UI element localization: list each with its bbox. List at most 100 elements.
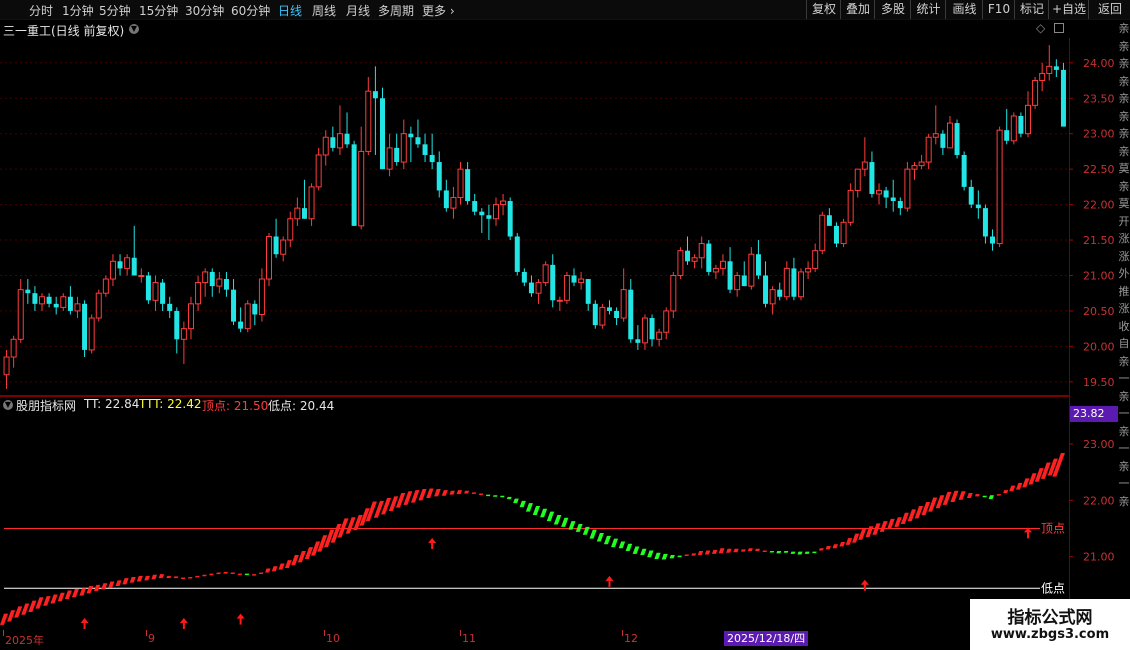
toolbar-button-6[interactable]: 标记 bbox=[1014, 0, 1049, 19]
band-bar bbox=[64, 590, 72, 599]
strip-char: 亲 bbox=[1118, 424, 1130, 438]
period-tab-7[interactable]: 周线 bbox=[312, 2, 336, 19]
band-bar bbox=[216, 572, 221, 575]
period-tab-2[interactable]: 5分钟 bbox=[99, 2, 131, 19]
toolbar-button-5[interactable]: F10 bbox=[982, 0, 1015, 19]
candle-body bbox=[25, 289, 31, 294]
band-bar bbox=[975, 494, 980, 497]
strip-char: 一 bbox=[1118, 372, 1130, 385]
candle-body bbox=[734, 274, 741, 291]
strip-char: 亲 bbox=[1118, 144, 1130, 158]
candle-body bbox=[628, 289, 634, 340]
band-bar bbox=[704, 550, 711, 555]
strip-char: 亲 bbox=[1118, 109, 1130, 123]
top-line-label: 顶点 bbox=[1041, 522, 1065, 536]
candle-body bbox=[95, 292, 102, 319]
date-label: 11 bbox=[462, 632, 476, 645]
candle-body bbox=[649, 318, 655, 340]
period-tab-4[interactable]: 30分钟 bbox=[185, 2, 224, 19]
up-arrow bbox=[179, 618, 188, 629]
candle-body bbox=[528, 282, 534, 294]
candle-body bbox=[244, 303, 251, 330]
toolbar-button-3[interactable]: 统计 bbox=[910, 0, 946, 19]
band-bar bbox=[492, 495, 498, 497]
watermark-title: 指标公式网 bbox=[1007, 608, 1093, 628]
band-bar bbox=[697, 551, 704, 556]
candle-body bbox=[932, 133, 939, 138]
candle-body bbox=[195, 282, 202, 305]
ytick-label: 23.00 bbox=[1083, 128, 1115, 141]
window-icon[interactable] bbox=[1054, 23, 1064, 33]
period-tab-9[interactable]: 多周期 bbox=[378, 2, 414, 19]
candle-body bbox=[946, 122, 953, 149]
up-arrow bbox=[236, 613, 245, 625]
band-bar bbox=[144, 575, 150, 581]
period-tab-8[interactable]: 月线 bbox=[346, 2, 370, 19]
candle-body bbox=[209, 271, 215, 287]
candle-body bbox=[322, 136, 329, 156]
candle-body bbox=[663, 310, 670, 333]
toolbar-button-4[interactable]: 画线 bbox=[945, 0, 983, 19]
band-bar bbox=[381, 498, 392, 515]
strip-char: 自 bbox=[1118, 337, 1130, 350]
band-bar bbox=[762, 550, 768, 552]
band-bar bbox=[1028, 473, 1037, 485]
candlestick-chart[interactable]: 19.50 20.00 20.50 21.00 21.50 22.00 22.50 23.00… bbox=[0, 38, 1118, 396]
ytick-label: 21.00 bbox=[1083, 551, 1115, 564]
right-side-strip: 亲亲亲亲亲亲亲亲莫亲莫开涨涨外推涨收自亲一亲一亲一亲一亲 bbox=[1118, 20, 1130, 630]
band-bar bbox=[244, 573, 250, 576]
band-bar bbox=[0, 613, 9, 625]
band-bar bbox=[935, 495, 945, 509]
up-arrow bbox=[860, 579, 869, 591]
candle-body bbox=[620, 289, 627, 319]
toolbar-button-1[interactable]: 叠加 bbox=[840, 0, 875, 19]
indicator-chart[interactable]: 20.0021.0022.0023.00顶点低点 bbox=[0, 396, 1118, 630]
candle-body bbox=[231, 289, 237, 322]
period-tab-6[interactable]: 日线 bbox=[278, 2, 302, 19]
candle-body bbox=[465, 169, 471, 202]
toolbar-button-8[interactable]: 返回 bbox=[1088, 0, 1130, 19]
ytick-label: 22.00 bbox=[1083, 199, 1115, 212]
band-bar bbox=[790, 551, 796, 554]
diamond-icon[interactable]: ◇ bbox=[1036, 21, 1045, 35]
candle-body bbox=[252, 303, 258, 315]
strip-char: 涨 bbox=[1118, 232, 1130, 245]
strip-char: 一 bbox=[1118, 407, 1130, 420]
candle-body bbox=[861, 161, 868, 170]
band-bar bbox=[525, 503, 533, 512]
candle-body bbox=[124, 257, 131, 269]
candle-body bbox=[847, 189, 854, 223]
band-bar bbox=[478, 493, 484, 496]
band-bar bbox=[988, 495, 995, 500]
toolbar-button-2[interactable]: 多股 bbox=[874, 0, 911, 19]
candle-body bbox=[10, 338, 17, 358]
band-bar bbox=[1022, 478, 1030, 488]
title-row: 三一重工(日线 前复权) ▼ ◇ bbox=[0, 20, 1075, 38]
candle-body bbox=[854, 168, 861, 191]
candle-body bbox=[492, 204, 499, 220]
period-tab-3[interactable]: 15分钟 bbox=[139, 2, 178, 19]
period-tab-1[interactable]: 1分钟 bbox=[62, 2, 94, 19]
band-bar bbox=[136, 575, 143, 582]
period-tab-0[interactable]: 分时 bbox=[29, 2, 53, 19]
band-bar bbox=[513, 498, 519, 504]
toolbar-button-0[interactable]: 复权 bbox=[806, 0, 841, 19]
period-tab-5[interactable]: 60分钟 bbox=[231, 2, 270, 19]
band-bar bbox=[195, 575, 200, 578]
more-periods-button[interactable]: 更多 › bbox=[422, 2, 455, 19]
band-bar bbox=[209, 573, 214, 576]
strip-char: 涨 bbox=[1118, 249, 1130, 263]
band-bar bbox=[540, 508, 548, 518]
ytick-label: 22.50 bbox=[1083, 163, 1115, 176]
date-tick bbox=[324, 630, 325, 636]
ytick-label: 20.00 bbox=[1083, 340, 1115, 353]
band-bar bbox=[532, 505, 541, 515]
band-bar bbox=[691, 553, 697, 556]
candle-body bbox=[769, 289, 776, 305]
chevron-down-icon[interactable]: ▼ bbox=[129, 24, 139, 34]
candle-body bbox=[727, 261, 733, 290]
band-bar bbox=[755, 548, 760, 552]
band-bar bbox=[733, 548, 739, 553]
toolbar-button-7[interactable]: +自选 bbox=[1048, 0, 1089, 19]
candle-body bbox=[826, 215, 832, 226]
